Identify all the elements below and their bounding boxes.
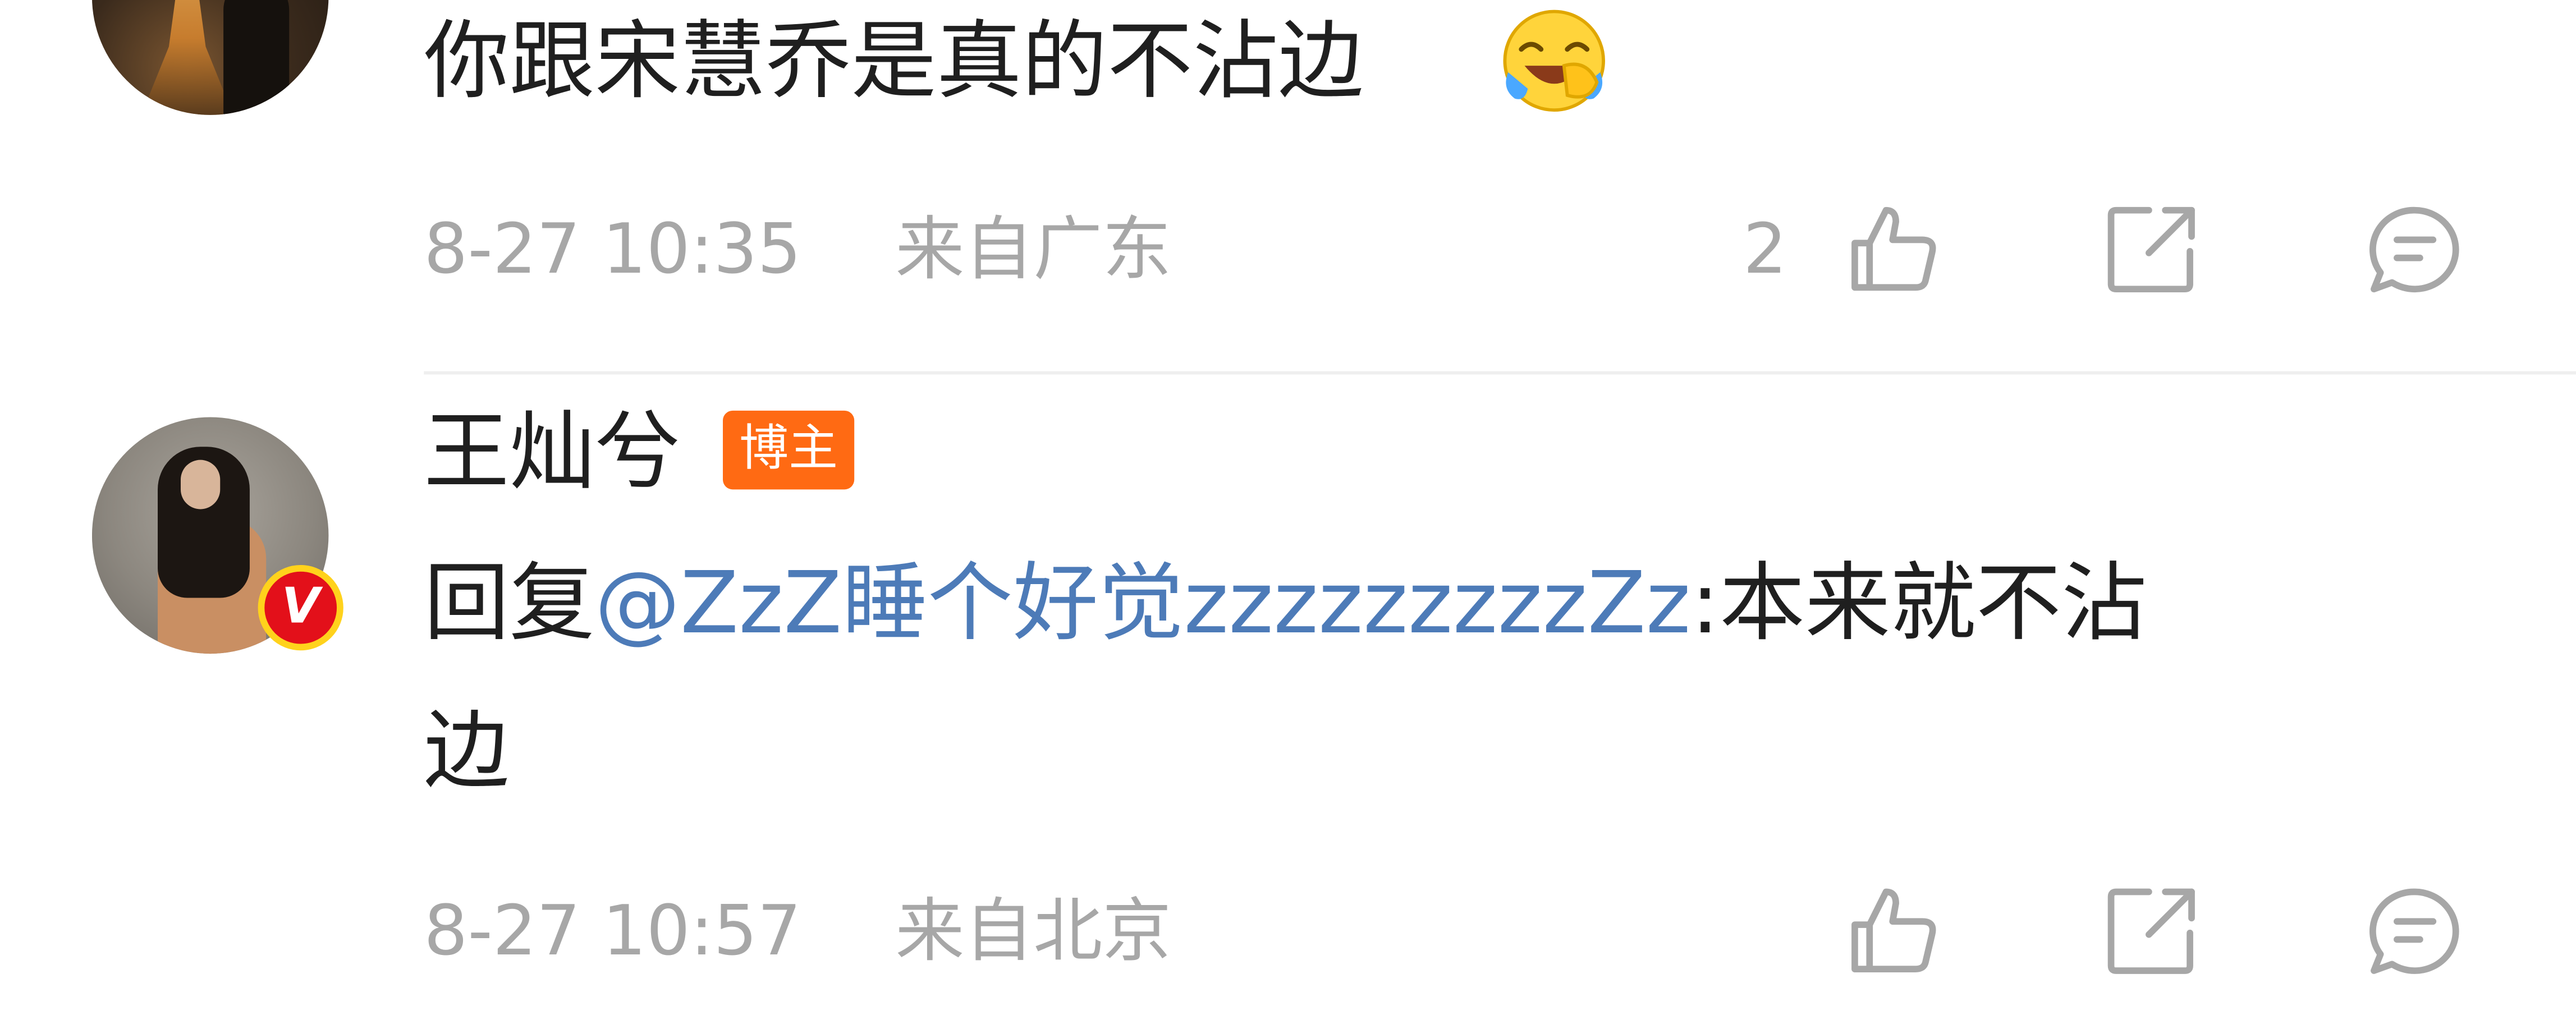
repost-icon (2107, 888, 2195, 974)
reply-separator: : (1690, 555, 1720, 654)
comment-text: 你跟宋慧乔是真的不沾边 (424, 13, 1364, 112)
comment-icon (2369, 206, 2459, 293)
comment-thread: 你跟宋慧乔是真的不沾边 8-27 10:35 来自广东 2 V 王灿兮 博主 回… (0, 0, 2576, 1015)
avatar-image-face (181, 460, 221, 509)
laughing-crying-emoji-icon (1503, 10, 1605, 112)
reply-prefix: 回复 (424, 555, 595, 654)
mention-link[interactable]: @ZzZ睡个好觉zzzzzzzzzZz (595, 555, 1691, 654)
repost-button[interactable] (2106, 204, 2202, 296)
reply-like-button[interactable] (1846, 882, 1942, 977)
reply-text-line: 回复@ZzZ睡个好觉zzzzzzzzzZz:本来就不沾 (424, 562, 2147, 647)
comment-icon (2369, 888, 2459, 974)
avatar-image-figure (223, 0, 290, 115)
like-icon (1851, 206, 1936, 291)
reply-text: 本来就不沾 (1719, 555, 2147, 654)
reply-location: 来自北京 (895, 890, 1172, 971)
username[interactable]: 王灿兮 (424, 411, 680, 496)
like-button[interactable] (1846, 200, 1942, 296)
comment-button[interactable] (2367, 204, 2463, 296)
repost-icon (2107, 206, 2195, 293)
comment-date: 8-27 10:35 (424, 208, 801, 290)
reply-text-continued: 边 (424, 702, 510, 802)
reply-repost-button[interactable] (2106, 885, 2202, 977)
commenter-avatar[interactable] (91, 0, 329, 115)
comment-divider (424, 371, 2576, 375)
reply-date: 8-27 10:57 (424, 890, 801, 971)
like-count: 2 (1743, 208, 1787, 290)
blogger-tag: 博主 (723, 410, 855, 490)
verified-badge-icon: V (258, 564, 343, 651)
reply-comment-button[interactable] (2367, 885, 2463, 977)
like-icon (1851, 888, 1936, 972)
avatar-image-tower (141, 0, 233, 115)
comment-location: 来自广东 (895, 208, 1172, 290)
